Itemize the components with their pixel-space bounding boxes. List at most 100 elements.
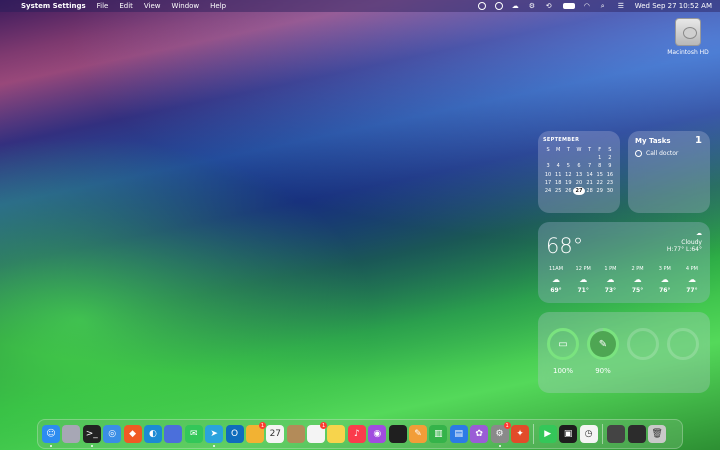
- finder-icon[interactable]: ☺: [42, 425, 60, 447]
- messages-icon[interactable]: ✉: [184, 425, 203, 443]
- cloud-icon: ☁: [552, 275, 560, 284]
- pencil-battery-ring: ✎: [587, 328, 619, 360]
- reminders-icon[interactable]: 1: [307, 422, 328, 443]
- cloud-icon: ☁: [606, 275, 615, 284]
- calendar-today: 27: [573, 186, 585, 196]
- safari-icon[interactable]: ◎: [103, 425, 122, 443]
- forecast-time: 3 PM: [658, 266, 671, 272]
- forecast-hour: 2 PM ☁ 75°: [626, 266, 650, 294]
- calendar-day: 16: [606, 171, 614, 178]
- cloud-sync-icon[interactable]: ☁: [512, 2, 520, 10]
- pages-icon[interactable]: ✎: [409, 425, 428, 443]
- forecast-hour: 3 PM ☁ 76°: [653, 266, 677, 294]
- calendar-day: 23: [606, 179, 614, 186]
- weather-condition: Cloudy: [681, 239, 702, 246]
- clock-icon[interactable]: ◷: [579, 425, 598, 443]
- dock: ☺ >_ ◎ ◆ ◐ ✉ ➤ O 1 27 1 ♪ ◉ ✎ ▥ ▤ ✿ ⚙ 1 ✦ ▶ ▣ ◷ 🗑: [37, 419, 683, 449]
- notification-badge: 1: [258, 422, 266, 429]
- menu-view[interactable]: View: [144, 2, 161, 10]
- weekday-label: T: [566, 147, 570, 154]
- flower-icon[interactable]: ✿: [470, 425, 489, 443]
- archive-icon[interactable]: [286, 425, 305, 443]
- weather-widget[interactable]: 68° ☁ Cloudy H:77° L:64° 11AM ☁ 69° 12 PM ☁…: [538, 222, 710, 303]
- battery-icon[interactable]: [562, 3, 575, 9]
- forecast-hour: 11AM ☁ 69°: [544, 266, 568, 294]
- cloud-icon: ☁: [579, 275, 588, 284]
- dark-window-icon[interactable]: [627, 425, 646, 443]
- tasks-widget[interactable]: My Tasks 1 Call doctor: [628, 131, 710, 213]
- forecast-time: 4 PM: [685, 266, 698, 272]
- terminal-icon[interactable]: >_: [82, 425, 101, 447]
- forecast-time: 11AM: [548, 266, 564, 272]
- calendar-day: 11: [555, 171, 562, 178]
- music-icon[interactable]: ♪: [347, 425, 366, 443]
- calendar-day: 1: [598, 155, 602, 162]
- forecast-hour: 4 PM ☁ 77°: [680, 266, 704, 294]
- podcasts-icon[interactable]: ◉: [368, 425, 387, 443]
- forecast-time: 1 PM: [604, 266, 617, 272]
- menu-window[interactable]: Window: [172, 2, 200, 10]
- history-icon[interactable]: ⟲: [546, 2, 554, 10]
- calendar-day: 9: [608, 163, 612, 170]
- mini-window-icon[interactable]: [607, 425, 626, 443]
- calendar-day: 26: [565, 188, 572, 195]
- calendar-month: SEPTEMBER: [543, 137, 580, 143]
- menu-file[interactable]: File: [97, 2, 109, 10]
- preview-icon[interactable]: [164, 425, 183, 443]
- compass-icon[interactable]: ✦: [510, 425, 529, 443]
- calendar-day: 4: [556, 163, 560, 170]
- batteries-widget[interactable]: ▭ 100% ✎ 90%: [538, 312, 710, 393]
- forecast-time: 12 PM: [575, 266, 591, 272]
- pencil-battery-percent: 90%: [595, 367, 611, 375]
- dock-separator: [533, 424, 535, 444]
- menu-edit[interactable]: Edit: [119, 2, 133, 10]
- tv-icon[interactable]: [388, 425, 407, 443]
- calendar-day: 25: [555, 188, 562, 195]
- calendar-day: 15: [596, 171, 603, 178]
- forecast-temp: 69°: [550, 287, 562, 294]
- calendar-day: 21: [586, 179, 593, 186]
- tasks-title: My Tasks: [635, 137, 671, 145]
- clock-display[interactable]: Wed Sep 27 10:52 AM: [635, 2, 712, 10]
- status-circle-icon[interactable]: [477, 2, 486, 10]
- cloud-icon: ☁: [696, 230, 702, 237]
- calendar-day: 8: [598, 163, 602, 170]
- tasks-count: 1: [695, 135, 702, 146]
- spotlight-search-icon[interactable]: ⌕: [601, 2, 609, 10]
- launchpad-icon[interactable]: [62, 425, 81, 443]
- pencil-icon: ✎: [598, 338, 608, 350]
- calendar-widget[interactable]: SEPTEMBER S M T W T F S 12 3456789 10 11 1…: [538, 131, 620, 213]
- task-checkbox[interactable]: [635, 150, 642, 157]
- brave-icon[interactable]: ◆: [123, 425, 142, 443]
- weekday-label: M: [556, 147, 561, 154]
- edge-icon[interactable]: ◐: [143, 425, 162, 443]
- photos-icon[interactable]: 1: [245, 422, 266, 443]
- activity-monitor-icon[interactable]: ▣: [559, 425, 578, 443]
- app-menu[interactable]: System Settings: [21, 2, 86, 10]
- menu-help[interactable]: Help: [210, 2, 226, 10]
- calendar-day: [585, 154, 595, 162]
- telegram-icon[interactable]: ➤: [205, 425, 224, 447]
- system-settings-icon[interactable]: ⚙ 1: [490, 422, 511, 447]
- weekday-label: T: [588, 147, 592, 154]
- task-item[interactable]: Call doctor: [635, 150, 703, 157]
- user-icon[interactable]: [494, 2, 503, 10]
- trash-icon[interactable]: 🗑: [648, 425, 667, 443]
- calendar-day: 12: [565, 171, 572, 178]
- control-icon[interactable]: ⚙: [529, 2, 537, 10]
- numbers-icon[interactable]: ▥: [429, 425, 448, 443]
- facetime-icon[interactable]: ▶: [538, 425, 557, 443]
- keynote-icon[interactable]: ▤: [449, 425, 468, 443]
- macintosh-hd-desktop-item[interactable]: Macintosh HD: [660, 18, 716, 56]
- empty-battery-slot: [667, 328, 699, 360]
- calendar-icon[interactable]: 27: [266, 425, 285, 443]
- outlook-icon[interactable]: O: [225, 425, 244, 443]
- drive-label: Macintosh HD: [667, 49, 709, 56]
- calendar-day: 24: [544, 188, 552, 195]
- control-center-icon[interactable]: ☰: [618, 2, 626, 10]
- cloud-icon: ☁: [687, 275, 696, 284]
- notes-icon[interactable]: [327, 425, 346, 443]
- wifi-icon[interactable]: ◠: [584, 2, 592, 10]
- calendar-day: [573, 154, 584, 162]
- empty-battery-slot: [627, 328, 659, 360]
